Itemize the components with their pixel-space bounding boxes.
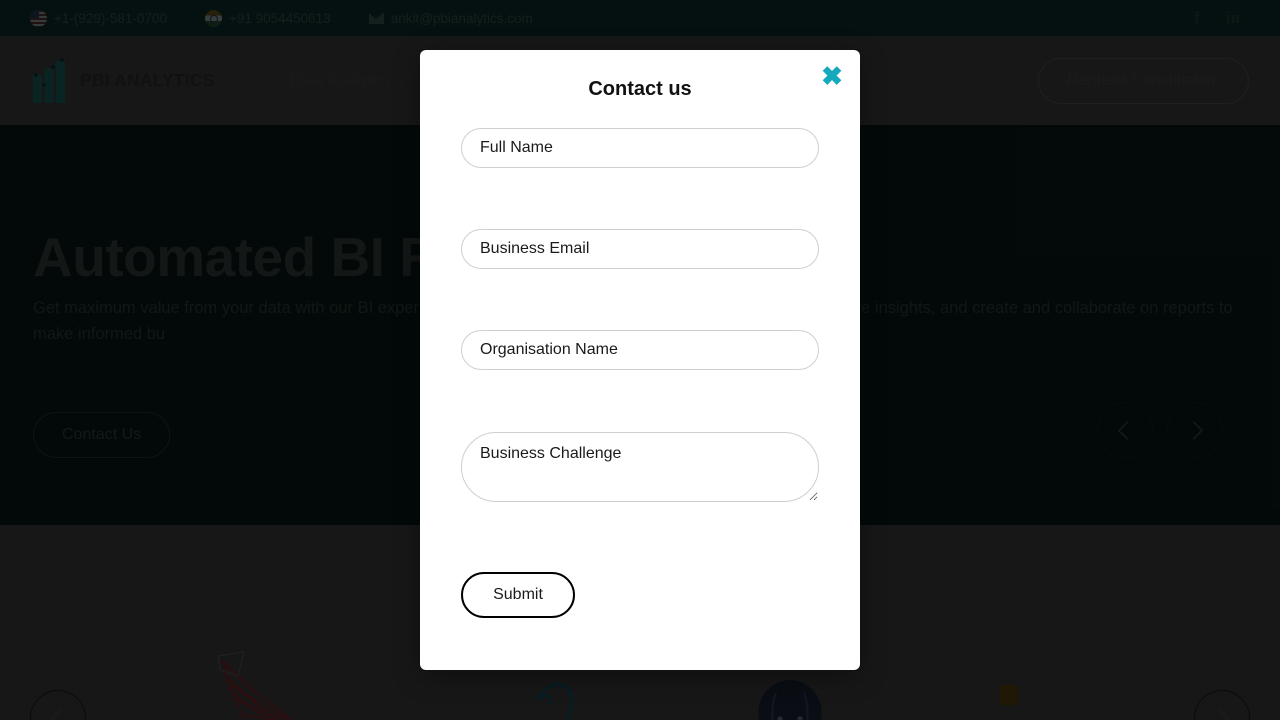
business-email-input[interactable]	[461, 229, 819, 269]
modal-title: Contact us	[588, 78, 692, 100]
submit-button[interactable]: Submit	[461, 572, 575, 618]
organisation-name-input[interactable]	[461, 330, 819, 370]
close-icon[interactable]: ✖	[818, 62, 846, 90]
full-name-input[interactable]	[461, 128, 819, 168]
business-challenge-textarea[interactable]	[461, 432, 819, 502]
page-root: +1-(929)-581-0700 +91 9054450613 ankit@p…	[0, 0, 1280, 720]
